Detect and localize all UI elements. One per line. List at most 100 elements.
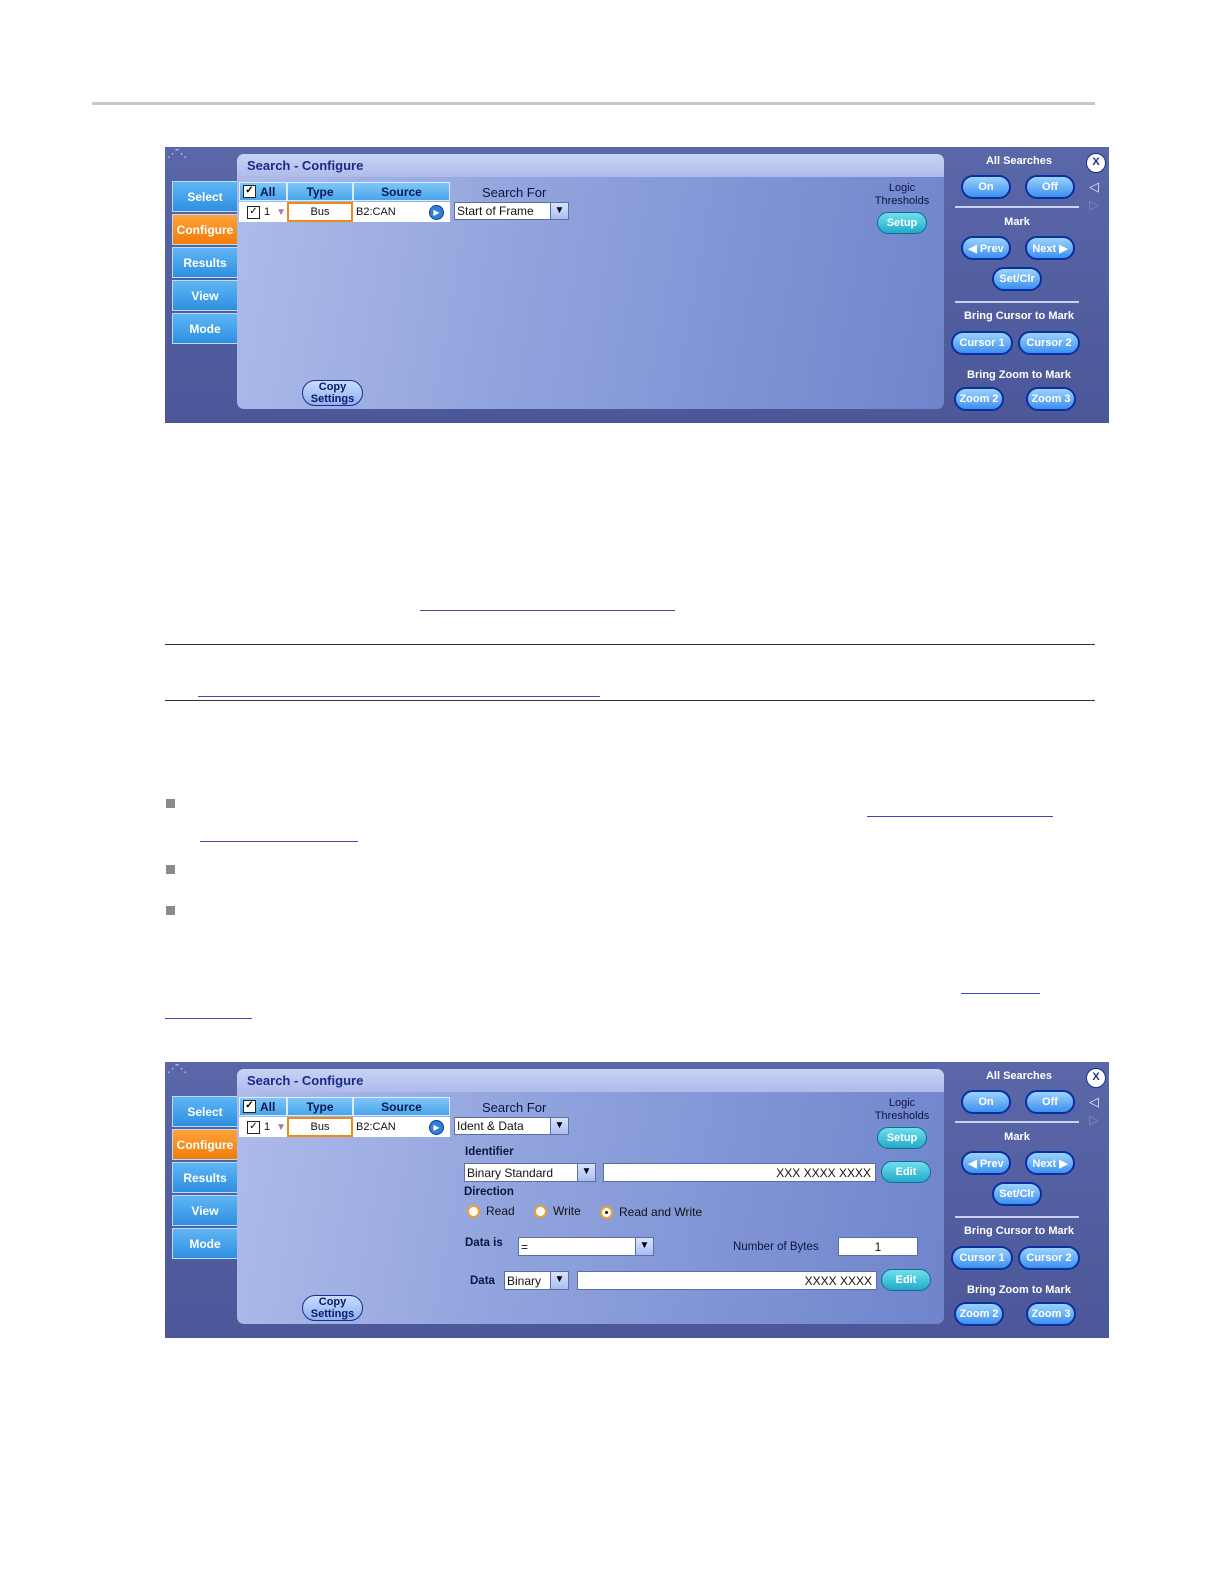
- side-controls: All Searches X ◁ ▷ On Off Mark ◀ Prev Ne…: [949, 1062, 1109, 1338]
- bring-cursor-label: Bring Cursor to Mark: [963, 310, 1074, 322]
- hyperlink-underline[interactable]: [165, 1018, 252, 1019]
- dropdown-arrow-icon[interactable]: ▼: [550, 203, 568, 219]
- copy-settings-button[interactable]: Copy Settings: [302, 1295, 363, 1321]
- checkmark-icon[interactable]: ✓: [243, 185, 256, 198]
- cursor-1-button[interactable]: Cursor 1: [951, 331, 1013, 355]
- identifier-label: Identifier: [465, 1146, 514, 1158]
- direction-write-radio[interactable]: Write: [534, 1204, 581, 1218]
- data-format-dropdown[interactable]: Binary ▼: [504, 1271, 569, 1290]
- expand-right-icon[interactable]: ▷: [1089, 197, 1099, 213]
- set-clear-mark-button[interactable]: Set/Clr: [992, 1182, 1042, 1206]
- tab-configure[interactable]: Configure: [172, 1129, 238, 1160]
- prev-mark-button[interactable]: ◀ Prev: [961, 1151, 1011, 1175]
- side-tabs: Select Configure Results View Mode: [172, 1096, 238, 1261]
- prev-mark-button[interactable]: ◀ Prev: [961, 236, 1011, 260]
- hyperlink-underline[interactable]: [420, 610, 675, 611]
- all-checkbox-header[interactable]: ✓ All: [239, 1097, 287, 1116]
- page-top-rule: [92, 102, 1095, 105]
- dropdown-arrow-icon[interactable]: ▼: [550, 1272, 568, 1289]
- direction-read-radio[interactable]: Read: [467, 1204, 515, 1218]
- play-icon[interactable]: ▶: [429, 205, 444, 220]
- data-edit-button[interactable]: Edit: [881, 1269, 931, 1291]
- copy-settings-button[interactable]: Copy Settings: [302, 380, 363, 406]
- set-clear-mark-button[interactable]: Set/Clr: [992, 267, 1042, 291]
- data-value-field[interactable]: XXXX XXXX: [577, 1271, 877, 1290]
- search-for-dropdown[interactable]: Ident & Data ▼: [454, 1117, 569, 1135]
- number-of-bytes-field[interactable]: 1: [838, 1237, 918, 1256]
- close-icon[interactable]: X: [1086, 1068, 1106, 1088]
- dropdown-arrow-icon[interactable]: ▼: [550, 1118, 568, 1134]
- all-searches-off-button[interactable]: Off: [1025, 1090, 1075, 1114]
- search-for-dropdown[interactable]: Start of Frame ▼: [454, 202, 569, 220]
- checkmark-icon[interactable]: ✓: [247, 205, 260, 219]
- cursor-1-button[interactable]: Cursor 1: [951, 1246, 1013, 1270]
- tab-configure[interactable]: Configure: [172, 214, 238, 245]
- hyperlink-underline[interactable]: [200, 841, 358, 842]
- search-for-label: Search For: [482, 185, 547, 200]
- hyperlink-underline[interactable]: [961, 993, 1040, 994]
- logic-thresholds-label: Logic Thresholds: [874, 182, 930, 207]
- triangle-down-icon: ▼: [276, 1121, 287, 1133]
- tab-view[interactable]: View: [172, 280, 238, 311]
- note-top-rule: [165, 644, 1095, 645]
- dropdown-arrow-icon[interactable]: ▼: [577, 1164, 595, 1181]
- hyperlink-underline[interactable]: [198, 696, 600, 697]
- collapse-left-icon[interactable]: ◁: [1089, 179, 1099, 195]
- checkmark-icon[interactable]: ✓: [247, 1120, 260, 1134]
- play-icon[interactable]: ▶: [429, 1120, 444, 1135]
- mark-label: Mark: [1004, 1131, 1030, 1143]
- bullet-icon: [166, 906, 175, 915]
- zoom-3-button[interactable]: Zoom 3: [1026, 387, 1076, 411]
- checkmark-icon[interactable]: ✓: [243, 1100, 256, 1113]
- identifier-format-dropdown[interactable]: Binary Standard ▼: [464, 1163, 596, 1182]
- direction-read-and-write-radio[interactable]: Read and Write: [600, 1205, 702, 1219]
- all-searches-on-button[interactable]: On: [961, 1090, 1011, 1114]
- grip-icon[interactable]: ⋰⋱: [167, 147, 187, 160]
- cursor-2-button[interactable]: Cursor 2: [1018, 331, 1080, 355]
- identifier-edit-button[interactable]: Edit: [881, 1161, 931, 1183]
- expand-right-icon[interactable]: ▷: [1089, 1112, 1099, 1128]
- setup-button[interactable]: Setup: [877, 212, 927, 234]
- configure-main-area: Search - Configure ✓ All Type Source ✓ 1 ▼ …: [237, 154, 944, 409]
- dropdown-arrow-icon[interactable]: ▼: [635, 1238, 653, 1255]
- copy-settings-line1: Copy: [318, 1296, 347, 1308]
- zoom-2-button[interactable]: Zoom 2: [954, 387, 1004, 411]
- setup-button[interactable]: Setup: [877, 1127, 927, 1149]
- tab-results[interactable]: Results: [172, 247, 238, 278]
- all-searches-on-button[interactable]: On: [961, 175, 1011, 199]
- tab-mode[interactable]: Mode: [172, 1228, 238, 1259]
- type-cell[interactable]: Bus: [287, 1117, 353, 1137]
- zoom-3-button[interactable]: Zoom 3: [1026, 1302, 1076, 1326]
- bring-zoom-label: Bring Zoom to Mark: [967, 369, 1071, 381]
- tab-view[interactable]: View: [172, 1195, 238, 1226]
- source-cell[interactable]: B2:CAN ▶: [353, 1117, 450, 1137]
- tab-select[interactable]: Select: [172, 1096, 238, 1127]
- next-mark-button[interactable]: Next ▶: [1025, 236, 1075, 260]
- radio-icon[interactable]: [467, 1204, 480, 1218]
- type-cell[interactable]: Bus: [287, 202, 353, 222]
- cursor-2-button[interactable]: Cursor 2: [1018, 1246, 1080, 1270]
- source-cell[interactable]: B2:CAN ▶: [353, 202, 450, 222]
- copy-settings-line2: Settings: [310, 393, 355, 405]
- grip-icon[interactable]: ⋰⋱: [167, 1062, 187, 1075]
- type-header: Type: [287, 182, 353, 201]
- tab-results[interactable]: Results: [172, 1162, 238, 1193]
- zoom-2-button[interactable]: Zoom 2: [954, 1302, 1004, 1326]
- collapse-left-icon[interactable]: ◁: [1089, 1094, 1099, 1110]
- next-mark-button[interactable]: Next ▶: [1025, 1151, 1075, 1175]
- hyperlink-underline[interactable]: [867, 816, 1053, 817]
- tab-mode[interactable]: Mode: [172, 313, 238, 344]
- row-enable-cell[interactable]: ✓ 1 ▼: [239, 202, 287, 222]
- identifier-value-field[interactable]: XXX XXXX XXXX: [603, 1163, 876, 1182]
- data-is-dropdown[interactable]: = ▼: [518, 1237, 654, 1256]
- tab-select[interactable]: Select: [172, 181, 238, 212]
- all-checkbox-header[interactable]: ✓ All: [239, 182, 287, 201]
- radio-icon[interactable]: [534, 1204, 547, 1218]
- identifier-format-value: Binary Standard: [467, 1165, 554, 1180]
- direction-read-and-write-label: Read and Write: [619, 1205, 703, 1219]
- close-icon[interactable]: X: [1086, 153, 1106, 173]
- row-enable-cell[interactable]: ✓ 1 ▼: [239, 1117, 287, 1137]
- radio-selected-icon[interactable]: [600, 1205, 613, 1219]
- search-configure-panel-start-of-frame: ⋰⋱ Select Configure Results View Mode Se…: [165, 147, 1109, 423]
- all-searches-off-button[interactable]: Off: [1025, 175, 1075, 199]
